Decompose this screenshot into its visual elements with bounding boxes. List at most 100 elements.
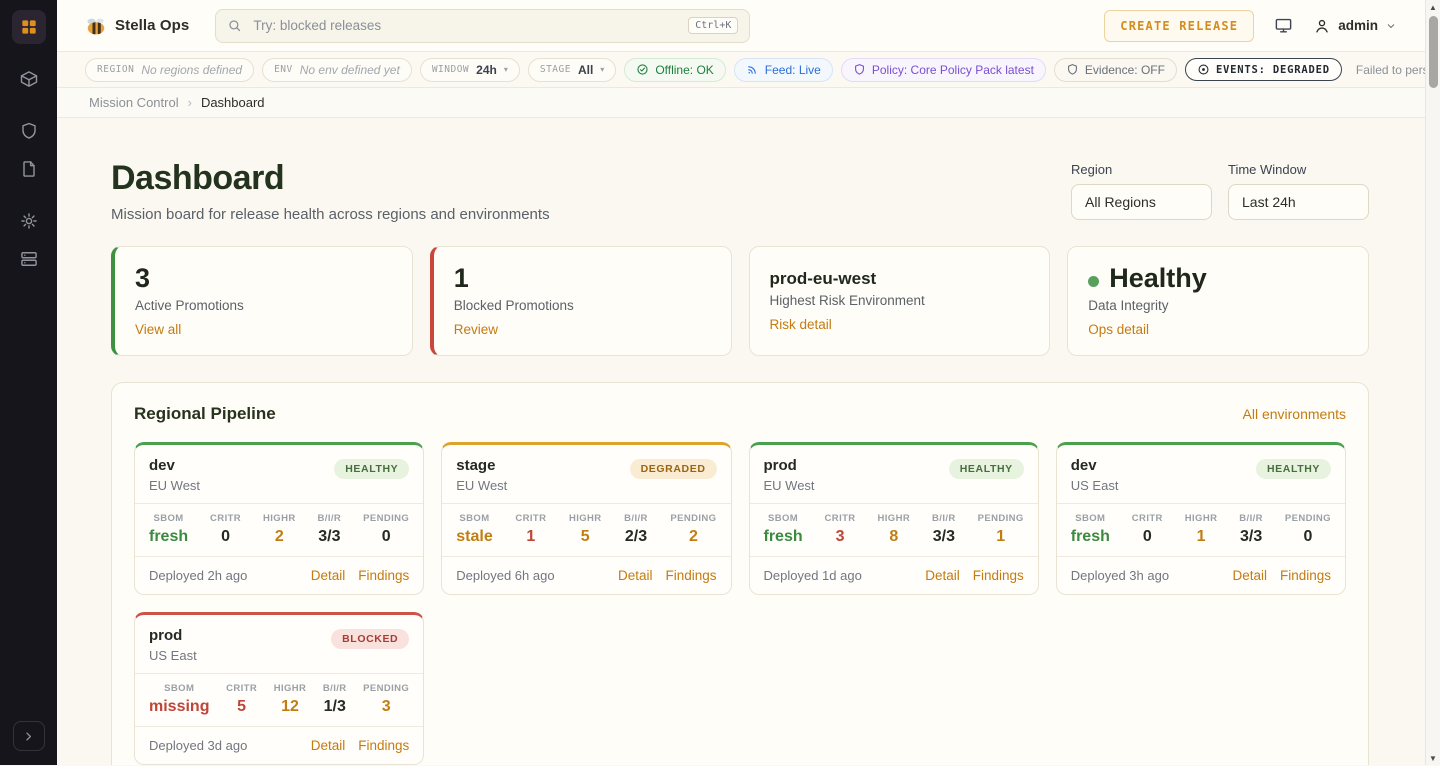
- stat-card-value: prod-eu-west: [770, 262, 1030, 289]
- events-status-pill[interactable]: EVENTS: DEGRADED: [1185, 58, 1342, 81]
- view-all-link[interactable]: View all: [135, 322, 181, 337]
- bir-value: 3/3: [933, 528, 955, 546]
- detail-link[interactable]: Detail: [925, 568, 960, 583]
- breadcrumb-current: Dashboard: [201, 95, 265, 110]
- time-window-filter-select[interactable]: Last 24h: [1228, 184, 1369, 220]
- search-input[interactable]: [251, 17, 679, 34]
- page-subtitle: Mission board for release health across …: [111, 206, 550, 223]
- gear-icon: [19, 211, 39, 231]
- risk-detail-link[interactable]: Risk detail: [770, 317, 832, 332]
- scrollbar-thumb[interactable]: [1429, 16, 1438, 88]
- user-icon: [1313, 17, 1331, 35]
- environment-grid: dev EU West HEALTHY SBOMfresh CRITR0 HIG…: [134, 442, 1346, 765]
- scroll-down-arrow[interactable]: ▼: [1429, 751, 1437, 765]
- stat-card-data-integrity: Healthy Data Integrity Ops detail: [1067, 246, 1369, 356]
- search-bar: Ctrl+K: [215, 9, 750, 43]
- stat-card-label: Highest Risk Environment: [770, 293, 1030, 308]
- panel-title: Regional Pipeline: [134, 404, 276, 424]
- page-content: Dashboard Mission board for release heal…: [57, 118, 1425, 765]
- findings-link[interactable]: Findings: [358, 738, 409, 753]
- bir-value: 1/3: [324, 698, 346, 716]
- sidebar-expand-button[interactable]: [13, 721, 45, 751]
- stat-column-label: SBOM: [459, 513, 489, 524]
- stat-column-label: PENDING: [978, 513, 1024, 524]
- stat-column-label: CRITR: [825, 513, 856, 524]
- status-badge: BLOCKED: [331, 629, 409, 649]
- env-context-chip[interactable]: ENV No env defined yet: [262, 58, 412, 82]
- deployed-timestamp: Deployed 2h ago: [149, 568, 247, 583]
- stage-context-chip[interactable]: STAGE All ▾: [528, 58, 616, 82]
- findings-link[interactable]: Findings: [358, 568, 409, 583]
- stat-column-label: B/I/R: [323, 683, 347, 694]
- policy-status-text: Policy: Core Policy Pack latest: [872, 63, 1034, 77]
- display-mode-button[interactable]: [1274, 16, 1293, 35]
- app-title: Stella Ops: [115, 17, 189, 34]
- sidebar-item-dashboard[interactable]: [12, 10, 46, 44]
- highr-value: 2: [275, 528, 284, 546]
- create-release-button[interactable]: CREATE RELEASE: [1104, 10, 1254, 42]
- sbom-value: stale: [456, 528, 492, 546]
- stage-chip-value: All: [578, 63, 593, 77]
- pending-value: 0: [1303, 528, 1312, 546]
- findings-link[interactable]: Findings: [665, 568, 716, 583]
- sidebar-item-documents[interactable]: [12, 152, 46, 186]
- detail-link[interactable]: Detail: [618, 568, 653, 583]
- breadcrumb-root-link[interactable]: Mission Control: [89, 95, 179, 110]
- top-bar-actions: CREATE RELEASE admin: [1104, 10, 1397, 42]
- sidebar-item-infrastructure[interactable]: [12, 242, 46, 276]
- sbom-value: missing: [149, 698, 209, 716]
- stat-card-value-row: Healthy: [1088, 262, 1348, 294]
- events-status-text: EVENTS: DEGRADED: [1216, 64, 1330, 76]
- evidence-status-pill: Evidence: OFF: [1054, 58, 1177, 82]
- critr-value: 0: [221, 528, 230, 546]
- detail-link[interactable]: Detail: [311, 738, 346, 753]
- stat-column-label: CRITR: [226, 683, 257, 694]
- stat-column-label: B/I/R: [932, 513, 956, 524]
- bee-logo-icon: [85, 15, 107, 37]
- highr-value: 5: [581, 528, 590, 546]
- detail-link[interactable]: Detail: [1232, 568, 1267, 583]
- stat-column-label: SBOM: [1075, 513, 1105, 524]
- region-context-chip[interactable]: REGION No regions defined: [85, 58, 254, 82]
- vertical-scrollbar[interactable]: ▲ ▼: [1425, 0, 1440, 765]
- evidence-status-text: Evidence: OFF: [1085, 63, 1165, 77]
- sidebar-item-settings[interactable]: [12, 204, 46, 238]
- monitor-icon: [1274, 16, 1293, 35]
- sidebar-item-security[interactable]: [12, 114, 46, 148]
- sidebar-item-releases[interactable]: [12, 62, 46, 96]
- critr-value: 3: [836, 528, 845, 546]
- page-title: Dashboard: [111, 160, 550, 197]
- environment-card-dev-eu-west: dev EU West HEALTHY SBOMfresh CRITR0 HIG…: [134, 442, 424, 595]
- window-context-chip[interactable]: WINDOW 24h ▾: [420, 58, 520, 82]
- stat-column-label: CRITR: [1132, 513, 1163, 524]
- region-filter-select[interactable]: All Regions: [1071, 184, 1212, 220]
- main-column: Stella Ops Ctrl+K CREATE RELEASE admin: [57, 0, 1425, 765]
- environment-region: EU West: [456, 478, 507, 493]
- user-menu[interactable]: admin: [1313, 17, 1397, 35]
- highr-value: 8: [889, 528, 898, 546]
- breadcrumb: Mission Control › Dashboard: [57, 88, 1425, 118]
- pending-value: 1: [996, 528, 1005, 546]
- pending-value: 3: [382, 698, 391, 716]
- stat-card-blocked-promotions: 1 Blocked Promotions Review: [430, 246, 732, 356]
- sbom-value: fresh: [764, 528, 803, 546]
- highr-value: 12: [281, 698, 299, 716]
- review-link[interactable]: Review: [454, 322, 498, 337]
- findings-link[interactable]: Findings: [1280, 568, 1331, 583]
- feed-status-text: Feed: Live: [765, 63, 821, 77]
- bir-value: 3/3: [1240, 528, 1262, 546]
- stat-column-label: HIGHR: [274, 683, 307, 694]
- scroll-up-arrow[interactable]: ▲: [1429, 0, 1437, 14]
- ops-detail-link[interactable]: Ops detail: [1088, 322, 1149, 337]
- critr-value: 1: [526, 528, 535, 546]
- findings-link[interactable]: Findings: [973, 568, 1024, 583]
- detail-link[interactable]: Detail: [311, 568, 346, 583]
- stat-column-label: B/I/R: [624, 513, 648, 524]
- stat-card-highest-risk-environment: prod-eu-west Highest Risk Environment Ri…: [749, 246, 1051, 356]
- package-icon: [19, 69, 39, 89]
- breadcrumb-separator: ›: [188, 95, 192, 110]
- sidebar: [0, 0, 57, 765]
- all-environments-link[interactable]: All environments: [1243, 406, 1347, 422]
- offline-status-pill: Offline: OK: [624, 58, 725, 82]
- chevron-down-icon: ▾: [504, 65, 508, 74]
